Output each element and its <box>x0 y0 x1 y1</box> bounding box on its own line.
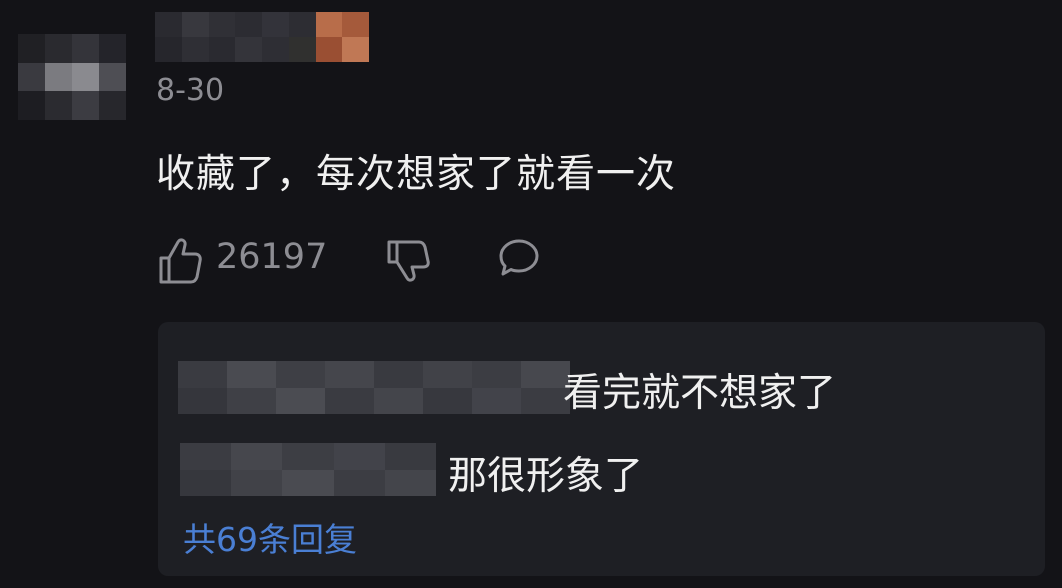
comment-text: 收藏了，每次想家了就看一次 <box>156 152 677 197</box>
reply-text: 那很形象了 <box>448 454 644 499</box>
reply-username[interactable] <box>180 443 436 496</box>
reply-username[interactable] <box>178 361 570 414</box>
comment-date: 8-30 <box>156 73 225 108</box>
avatar[interactable] <box>18 34 126 120</box>
reply-icon[interactable] <box>494 232 544 288</box>
thumbs-down-icon[interactable] <box>384 232 434 288</box>
username[interactable] <box>155 12 369 62</box>
like-count: 26197 <box>216 237 328 277</box>
view-all-replies-link[interactable]: 共69条回复 <box>183 513 357 561</box>
reply-text: 看完就不想家了 <box>563 371 837 416</box>
thumbs-up-icon[interactable] <box>156 232 206 288</box>
